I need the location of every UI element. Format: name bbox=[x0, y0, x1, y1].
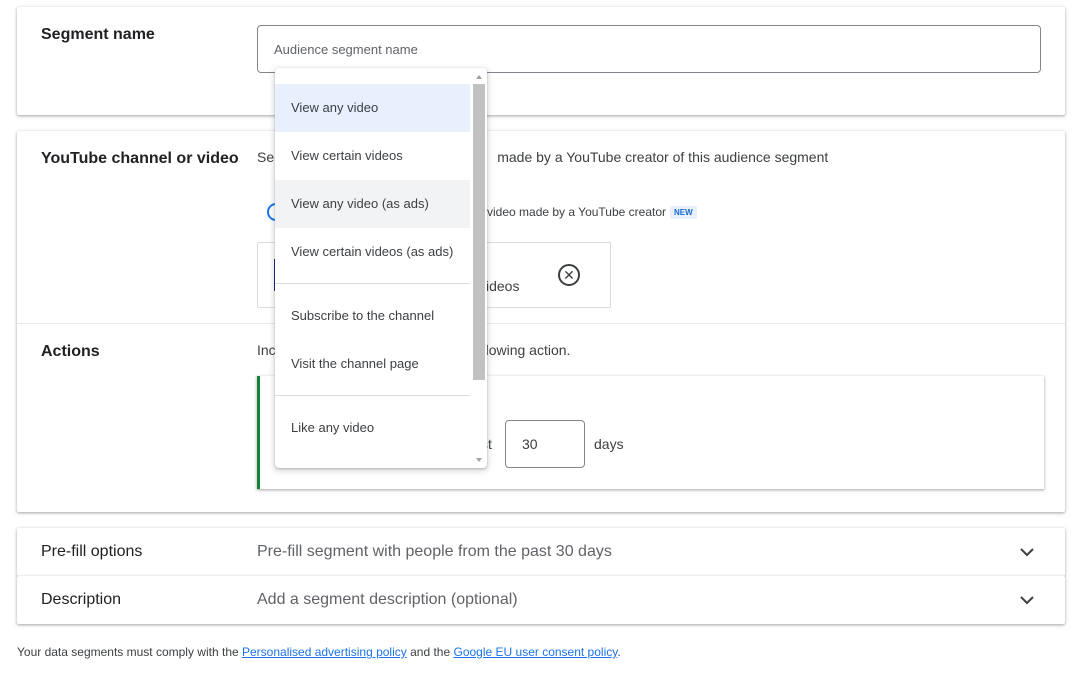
menu-item-view-any-video[interactable]: View any video bbox=[275, 84, 470, 132]
menu-scrollbar[interactable] bbox=[473, 84, 485, 454]
scroll-up-arrow-icon[interactable] bbox=[476, 75, 482, 79]
policy-footer: Your data segments must comply with the … bbox=[17, 645, 621, 659]
days-input[interactable] bbox=[505, 420, 585, 468]
prefill-title: Pre-fill options bbox=[41, 543, 143, 560]
section-divider bbox=[17, 323, 1065, 324]
days-label: days bbox=[594, 436, 624, 452]
channel-video-card: YouTube channel or video Sel made by a Yo… bbox=[17, 131, 1065, 512]
menu-separator bbox=[275, 283, 470, 284]
chip-label: ideos bbox=[486, 278, 520, 294]
menu-item-view-certain-videos[interactable]: View certain videos bbox=[275, 132, 470, 180]
scroll-down-arrow-icon[interactable] bbox=[476, 458, 482, 462]
channel-video-title: YouTube channel or video bbox=[41, 150, 239, 167]
eu-user-consent-policy-link[interactable]: Google EU user consent policy bbox=[453, 645, 617, 659]
menu-item-like-any-video[interactable]: Like any video bbox=[275, 404, 470, 452]
prefill-options-row[interactable]: Pre-fill options Pre-fill segment with p… bbox=[17, 528, 1065, 576]
segment-name-input[interactable] bbox=[257, 25, 1041, 73]
segment-name-title: Segment name bbox=[41, 26, 155, 43]
menu-list: View any video View certain videos View … bbox=[275, 84, 470, 452]
menu-item-visit-channel-page[interactable]: Visit the channel page bbox=[275, 340, 470, 388]
new-badge: NEW bbox=[670, 206, 697, 220]
close-icon[interactable]: ✕ bbox=[558, 264, 580, 286]
menu-item-view-any-video-as-ads[interactable]: View any video (as ads) bbox=[275, 180, 470, 228]
description-row[interactable]: Description Add a segment description (o… bbox=[17, 576, 1065, 624]
radio-label: video made by a YouTube creator NEW bbox=[487, 205, 697, 220]
personalised-advertising-policy-link[interactable]: Personalised advertising policy bbox=[242, 645, 407, 659]
chevron-down-icon[interactable] bbox=[1017, 590, 1037, 610]
menu-separator bbox=[275, 395, 470, 396]
description-title: Description bbox=[41, 591, 122, 608]
menu-item-view-certain-videos-as-ads[interactable]: View certain videos (as ads) bbox=[275, 228, 470, 276]
prefill-value: Pre-fill segment with people from the pa… bbox=[257, 543, 612, 560]
description-value: Add a segment description (optional) bbox=[257, 591, 518, 608]
segment-name-card: Segment name bbox=[17, 7, 1065, 115]
action-type-dropdown-menu: View any video View certain videos View … bbox=[275, 68, 487, 468]
menu-scrollbar-thumb[interactable] bbox=[473, 84, 485, 380]
menu-item-subscribe-channel[interactable]: Subscribe to the channel bbox=[275, 292, 470, 340]
actions-title: Actions bbox=[41, 343, 100, 360]
chevron-down-icon[interactable] bbox=[1017, 542, 1037, 562]
